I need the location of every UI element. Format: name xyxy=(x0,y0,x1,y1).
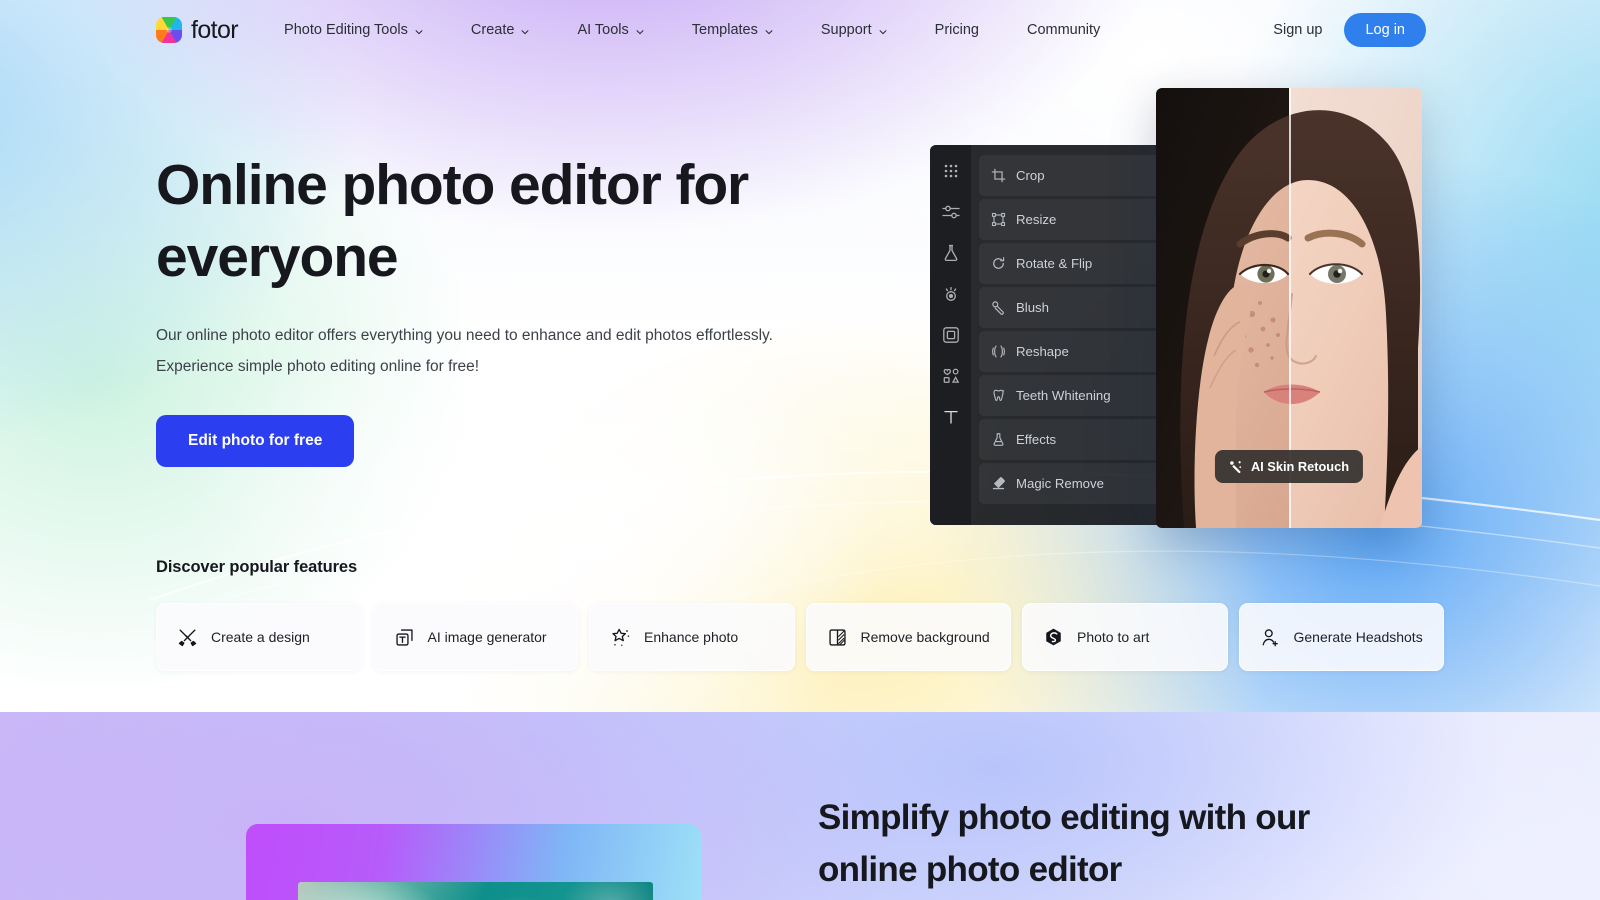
features-heading: Discover popular features xyxy=(156,558,358,576)
nav-label: Create xyxy=(470,22,515,38)
reshape-icon xyxy=(991,344,1006,359)
frame-icon[interactable] xyxy=(941,325,961,345)
tool-label: Resize xyxy=(1016,212,1057,227)
page-title: Online photo editor for everyone xyxy=(156,150,796,294)
chevron-down-icon xyxy=(414,27,423,36)
ai-skin-retouch-badge[interactable]: AI Skin Retouch xyxy=(1214,450,1364,483)
section2-heading-line-1: Simplify photo editing with our xyxy=(818,798,1310,837)
chevron-down-icon xyxy=(878,27,887,36)
chevron-down-icon xyxy=(764,27,773,36)
beauty-eye-icon[interactable] xyxy=(941,284,961,304)
ai-sparkle-wand-icon xyxy=(1229,460,1243,474)
image-text-layer-icon xyxy=(394,627,415,648)
popular-features-section: Discover popular features Create a desig… xyxy=(156,558,1444,671)
hero-section: fotor Photo Editing Tools Create AI Tool… xyxy=(0,0,1600,722)
tool-label: Effects xyxy=(1016,432,1057,447)
hero-title-line-2: everyone xyxy=(156,224,399,289)
sparkle-star-icon xyxy=(610,627,631,648)
resize-icon xyxy=(991,212,1006,227)
feature-card-generate-headshots[interactable]: Generate Headshots xyxy=(1238,603,1444,671)
sign-up-link[interactable]: Sign up xyxy=(1273,22,1322,38)
nav-right-group: Sign up Log in xyxy=(1273,13,1426,47)
before-after-photo[interactable]: AI Skin Retouch xyxy=(1156,88,1422,528)
feature-card-label: Photo to art xyxy=(1077,629,1150,645)
chevron-down-icon xyxy=(520,27,529,36)
feature-card-label: Create a design xyxy=(211,629,310,645)
nav-label: Pricing xyxy=(934,22,979,38)
badge-label: AI Skin Retouch xyxy=(1250,459,1350,474)
person-plus-icon xyxy=(1260,627,1281,648)
hexagon-swirl-icon xyxy=(1043,627,1064,648)
showcase-photo xyxy=(298,882,653,900)
section2-heading: Simplify photo editing with our online p… xyxy=(818,792,1438,896)
nav-item-community[interactable]: Community xyxy=(1003,0,1124,60)
nav-left-group: fotor Photo Editing Tools Create AI Tool… xyxy=(156,0,1124,60)
teeth-icon xyxy=(991,388,1006,403)
nav-item-templates[interactable]: Templates xyxy=(668,0,797,60)
edit-photo-for-free-button[interactable]: Edit photo for free xyxy=(156,415,355,468)
adjust-sliders-icon[interactable] xyxy=(941,202,961,222)
nav-label: Community xyxy=(1026,22,1101,38)
hero-subtitle-line-2: Experience simple photo editing online f… xyxy=(156,358,480,376)
hero-title-line-1: Online photo editor for xyxy=(156,153,749,217)
tool-label: Reshape xyxy=(1016,344,1069,359)
tool-label: Crop xyxy=(1016,168,1045,183)
tool-label: Teeth Whitening xyxy=(1016,388,1111,403)
section2-heading-line-2: online photo editor xyxy=(818,849,1122,889)
chevron-down-icon xyxy=(635,27,644,36)
crossed-pens-icon xyxy=(177,627,198,648)
hero-subtitle-line-1: Our online photo editor offers everythin… xyxy=(156,326,773,344)
rotate-icon xyxy=(991,256,1006,271)
top-navigation-bar: fotor Photo Editing Tools Create AI Tool… xyxy=(0,0,1600,60)
nav-item-photo-editing-tools[interactable]: Photo Editing Tools xyxy=(260,0,447,60)
nav-label: Templates xyxy=(691,22,758,38)
showcase-card[interactable] xyxy=(246,824,701,900)
nav-item-ai-tools[interactable]: AI Tools xyxy=(553,0,667,60)
color-wheel-logo-icon xyxy=(156,17,182,43)
editor-tool-rail xyxy=(930,145,971,525)
tool-label: Rotate & Flip xyxy=(1016,256,1093,271)
feature-card-enhance-photo[interactable]: Enhance photo xyxy=(589,603,795,671)
nav-item-support[interactable]: Support xyxy=(797,0,911,60)
feature-card-label: AI image generator xyxy=(427,629,547,645)
nav-label: Support xyxy=(820,22,872,38)
page-root: fotor Photo Editing Tools Create AI Tool… xyxy=(0,0,1600,900)
nav-links: Photo Editing Tools Create AI Tools Temp… xyxy=(260,0,1124,60)
nav-item-pricing[interactable]: Pricing xyxy=(911,0,1003,60)
crop-icon xyxy=(991,168,1006,183)
blush-icon xyxy=(991,300,1006,315)
nav-item-create[interactable]: Create xyxy=(447,0,554,60)
brand-logo[interactable]: fotor xyxy=(156,15,239,45)
feature-card-ai-image-generator[interactable]: AI image generator xyxy=(372,603,578,671)
shapes-icon[interactable] xyxy=(941,366,961,386)
feature-card-label: Generate Headshots xyxy=(1293,629,1423,645)
flask-icon[interactable] xyxy=(941,243,961,263)
feature-card-create-a-design[interactable]: Create a design xyxy=(156,603,362,671)
effects-icon xyxy=(991,432,1006,447)
nav-label: Photo Editing Tools xyxy=(284,22,408,38)
text-tool-icon[interactable] xyxy=(941,407,961,427)
hero-copy: Online photo editor for everyone Our onl… xyxy=(156,150,796,468)
background-split-icon xyxy=(827,627,848,648)
nav-label: AI Tools xyxy=(577,22,629,38)
hero-subtitle: Our online photo editor offers everythin… xyxy=(156,320,796,384)
feature-card-row: Create a design AI image generator Enhan… xyxy=(156,603,1444,671)
feature-card-label: Enhance photo xyxy=(644,629,739,645)
feature-card-label: Remove background xyxy=(860,629,990,645)
log-in-button[interactable]: Log in xyxy=(1344,13,1426,47)
tool-label: Magic Remove xyxy=(1016,476,1104,491)
magic-remove-icon xyxy=(991,476,1006,491)
grid-dots-icon[interactable] xyxy=(941,161,961,181)
editor-mockup: Crop Resize Rotate & Flip Blush Reshape … xyxy=(930,88,1422,528)
tool-label: Blush xyxy=(1016,300,1049,315)
brand-name: fotor xyxy=(191,15,239,44)
feature-card-remove-background[interactable]: Remove background xyxy=(805,603,1011,671)
feature-card-photo-to-art[interactable]: Photo to art xyxy=(1022,603,1228,671)
